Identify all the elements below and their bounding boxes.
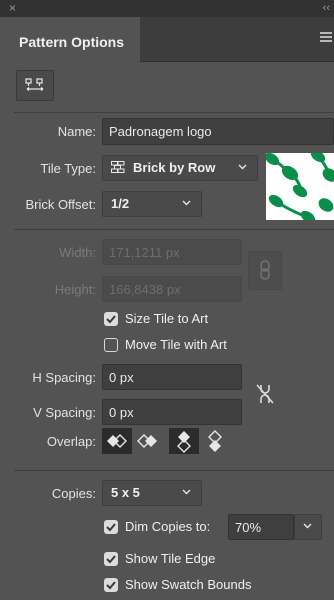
brick-row-icon bbox=[111, 161, 125, 173]
copies-dropdown[interactable]: 5 x 5 bbox=[102, 480, 202, 506]
pattern-tile-tool-button[interactable] bbox=[16, 70, 54, 101]
tile-type-dropdown[interactable]: Brick by Row bbox=[102, 155, 258, 181]
height-label: Height: bbox=[54, 282, 96, 297]
overlap-label: Overlap: bbox=[46, 434, 96, 449]
h-spacing-label: H Spacing: bbox=[32, 370, 96, 385]
overlap-left-in-front-button[interactable] bbox=[102, 428, 132, 454]
checkmark-icon bbox=[106, 315, 116, 324]
checkmark-icon bbox=[106, 523, 116, 532]
dim-copies-dropdown-button[interactable] bbox=[294, 514, 322, 540]
tab-pattern-options-label: Pattern Options bbox=[19, 34, 125, 50]
width-field: 171,1211 px bbox=[102, 239, 242, 265]
move-tile-with-art-label: Move Tile with Art bbox=[125, 337, 227, 352]
width-label: Width: bbox=[59, 245, 96, 260]
overlap-top-in-front-button[interactable] bbox=[169, 428, 199, 454]
pattern-preview-thumbnail bbox=[266, 153, 334, 220]
left-in-front-icon bbox=[107, 434, 127, 448]
show-tile-edge-checkbox[interactable] bbox=[104, 552, 118, 566]
close-panel-button[interactable]: × bbox=[9, 1, 16, 15]
show-tile-edge-label: Show Tile Edge bbox=[125, 551, 216, 566]
h-spacing-field[interactable]: 0 px bbox=[102, 364, 242, 390]
v-spacing-field[interactable]: 0 px bbox=[102, 399, 242, 425]
name-field[interactable]: Padronagem logo bbox=[102, 118, 334, 145]
checkmark-icon bbox=[106, 581, 116, 590]
overlap-right-in-front-button[interactable] bbox=[133, 428, 163, 454]
checkmark-icon bbox=[106, 555, 116, 564]
dim-copies-checkbox[interactable] bbox=[104, 520, 118, 534]
overlap-bottom-in-front-button[interactable] bbox=[200, 428, 230, 454]
tile-type-label: Tile Type: bbox=[40, 161, 96, 176]
collapse-panel-button[interactable]: ‹‹ bbox=[323, 1, 330, 15]
dim-copies-label: Dim Copies to: bbox=[125, 519, 211, 534]
show-swatch-bounds-checkbox[interactable] bbox=[104, 578, 118, 592]
link-spacing-button[interactable] bbox=[254, 381, 276, 407]
link-dimensions-button bbox=[248, 251, 282, 290]
copies-label: Copies: bbox=[51, 486, 96, 501]
brick-offset-dropdown[interactable]: 1/2 bbox=[102, 191, 202, 217]
right-in-front-icon bbox=[137, 434, 157, 448]
panel-title-bar: × ‹‹ bbox=[0, 0, 334, 17]
brick-offset-label: Brick Offset: bbox=[25, 197, 96, 212]
tile-type-value: Brick by Row bbox=[133, 160, 216, 175]
size-tile-to-art-label: Size Tile to Art bbox=[125, 311, 209, 326]
chevron-down-icon bbox=[182, 200, 191, 206]
separator bbox=[14, 470, 334, 471]
height-field: 166,8438 px bbox=[102, 276, 242, 302]
chevron-down-icon bbox=[238, 164, 247, 170]
bottom-in-front-icon bbox=[208, 430, 222, 452]
top-in-front-icon bbox=[177, 431, 191, 453]
tab-pattern-options[interactable]: Pattern Options bbox=[0, 17, 140, 62]
copies-value: 5 x 5 bbox=[111, 485, 140, 500]
show-swatch-bounds-label: Show Swatch Bounds bbox=[125, 577, 252, 592]
size-tile-to-art-checkbox[interactable] bbox=[104, 312, 118, 326]
panel-menu-icon[interactable] bbox=[320, 32, 332, 42]
v-spacing-label: V Spacing: bbox=[33, 405, 96, 420]
broken-link-icon bbox=[256, 384, 274, 404]
dim-copies-field[interactable]: 70% bbox=[228, 514, 294, 540]
move-tile-with-art-checkbox[interactable] bbox=[104, 338, 118, 352]
panel-tab-bar: Pattern Options bbox=[0, 17, 334, 62]
separator bbox=[14, 229, 334, 230]
brick-offset-value: 1/2 bbox=[111, 196, 130, 211]
separator bbox=[14, 112, 334, 113]
chevron-down-icon bbox=[303, 523, 312, 529]
link-icon bbox=[260, 260, 270, 280]
name-label: Name: bbox=[57, 124, 96, 139]
chevron-down-icon bbox=[182, 489, 191, 495]
pattern-tile-tool-icon bbox=[25, 78, 44, 91]
